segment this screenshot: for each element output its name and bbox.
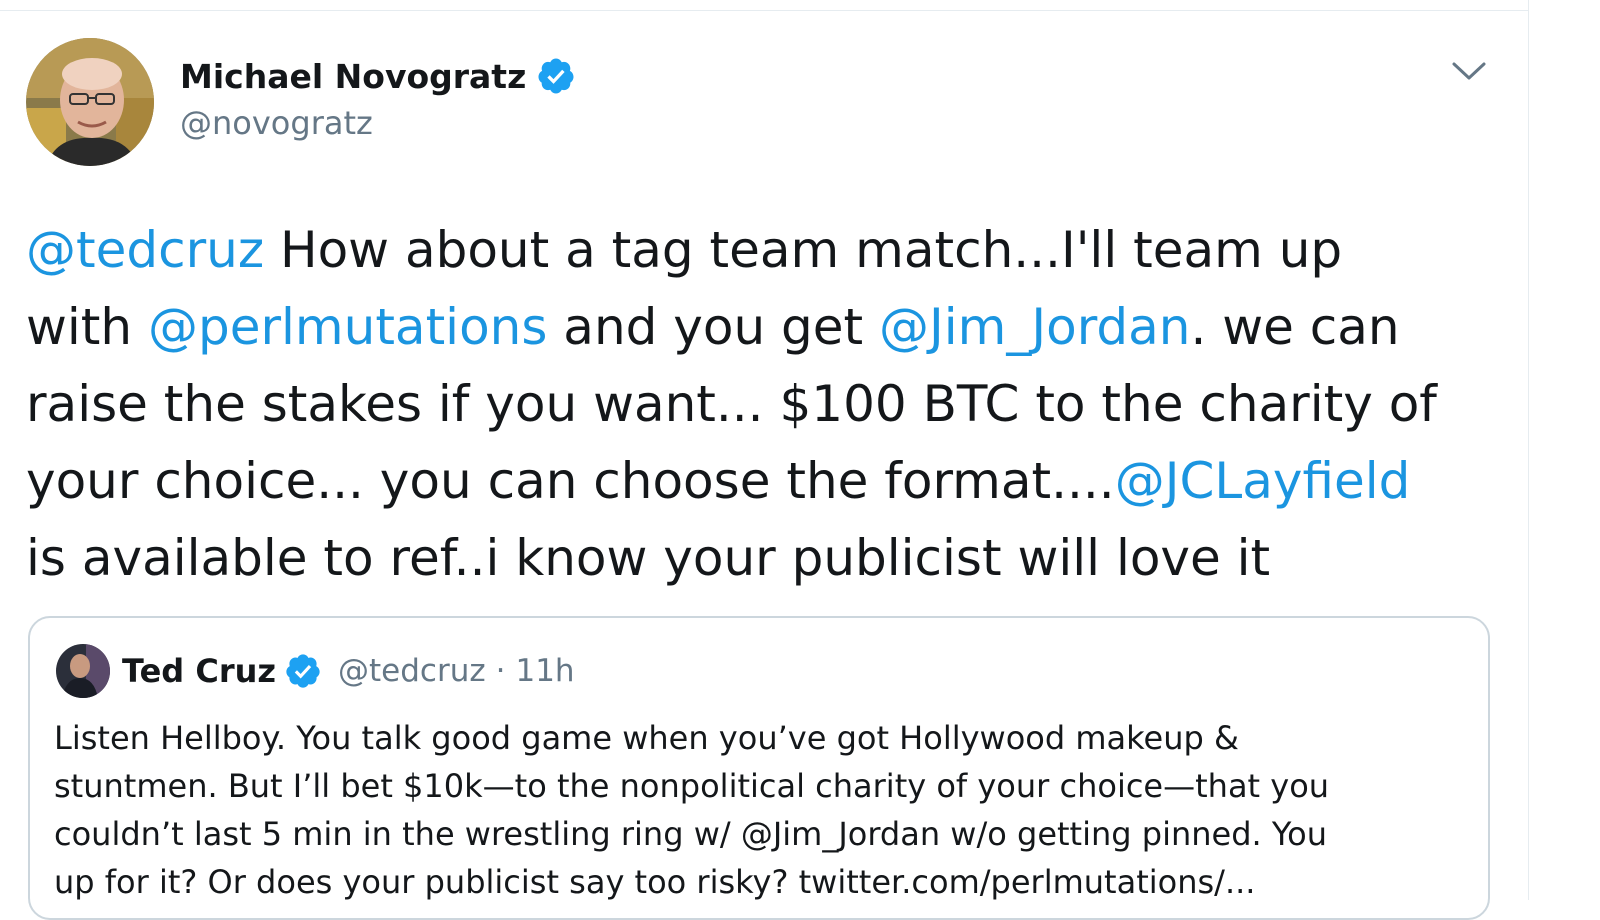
- author-display-name[interactable]: Michael Novogratz: [180, 57, 526, 96]
- verified-badge-icon: [286, 654, 320, 688]
- tweet-text-segment: with: [26, 298, 148, 356]
- author-avatar[interactable]: [26, 38, 154, 166]
- quoted-text-line: up for it? Or does your publicist say to…: [54, 863, 1256, 901]
- quoted-tweet-card[interactable]: Ted Cruz @tedcruz · 11h Listen Hellboy. …: [28, 616, 1490, 920]
- mention-link[interactable]: @Jim_Jordan: [879, 298, 1190, 356]
- top-divider: [0, 0, 1528, 11]
- verified-badge-icon: [538, 58, 574, 94]
- quoted-tweet-header: Ted Cruz @tedcruz · 11h: [122, 646, 575, 696]
- quoted-author-handle[interactable]: @tedcruz: [338, 653, 486, 689]
- quoted-author-name[interactable]: Ted Cruz: [122, 652, 276, 690]
- quoted-tweet-body: Listen Hellboy. You talk good game when …: [54, 714, 1464, 906]
- quoted-text-line: stuntmen. But I’ll bet $10k—to the nonpo…: [54, 767, 1330, 805]
- tweet-body: @tedcruz How about a tag team match...I'…: [26, 212, 1516, 597]
- author-handle[interactable]: @novogratz: [180, 104, 373, 142]
- header-separator: ·: [495, 653, 506, 689]
- tweet-text-line: @tedcruz How about a tag team match...I'…: [26, 212, 1516, 289]
- mention-link[interactable]: @perlmutations: [148, 298, 547, 356]
- tweet-text-segment: your choice... you can choose the format…: [26, 452, 1115, 510]
- quoted-text-line: couldn’t last 5 min in the wrestling rin…: [54, 815, 1328, 853]
- tweet-text-segment: raise the stakes if you want... $100 BTC…: [26, 375, 1437, 433]
- tweet-text-line: is available to ref..i know your publici…: [26, 520, 1516, 597]
- tweet-text-segment: How about a tag team match...I'll team u…: [264, 221, 1343, 279]
- mention-link[interactable]: @JCLayfield: [1115, 452, 1411, 510]
- tweet-text-segment: . we can: [1190, 298, 1400, 356]
- tweet-frame: Michael Novogratz @novogratz @tedcruz Ho…: [0, 0, 1600, 920]
- quoted-timestamp[interactable]: 11h: [515, 653, 574, 689]
- tweet-text-line: your choice... you can choose the format…: [26, 443, 1516, 520]
- quoted-text-line: Listen Hellboy. You talk good game when …: [54, 719, 1239, 757]
- tweet-text-segment: and you get: [547, 298, 880, 356]
- right-divider: [1528, 0, 1529, 900]
- author-name-row[interactable]: Michael Novogratz: [180, 52, 576, 100]
- tweet-text-segment: is available to ref..i know your publici…: [26, 529, 1271, 587]
- quoted-author-avatar[interactable]: [56, 644, 110, 698]
- chevron-down-icon[interactable]: [1450, 56, 1488, 86]
- mention-link[interactable]: @tedcruz: [26, 221, 264, 279]
- tweet-text-line: with @perlmutations and you get @Jim_Jor…: [26, 289, 1516, 366]
- tweet-text-line: raise the stakes if you want... $100 BTC…: [26, 366, 1516, 443]
